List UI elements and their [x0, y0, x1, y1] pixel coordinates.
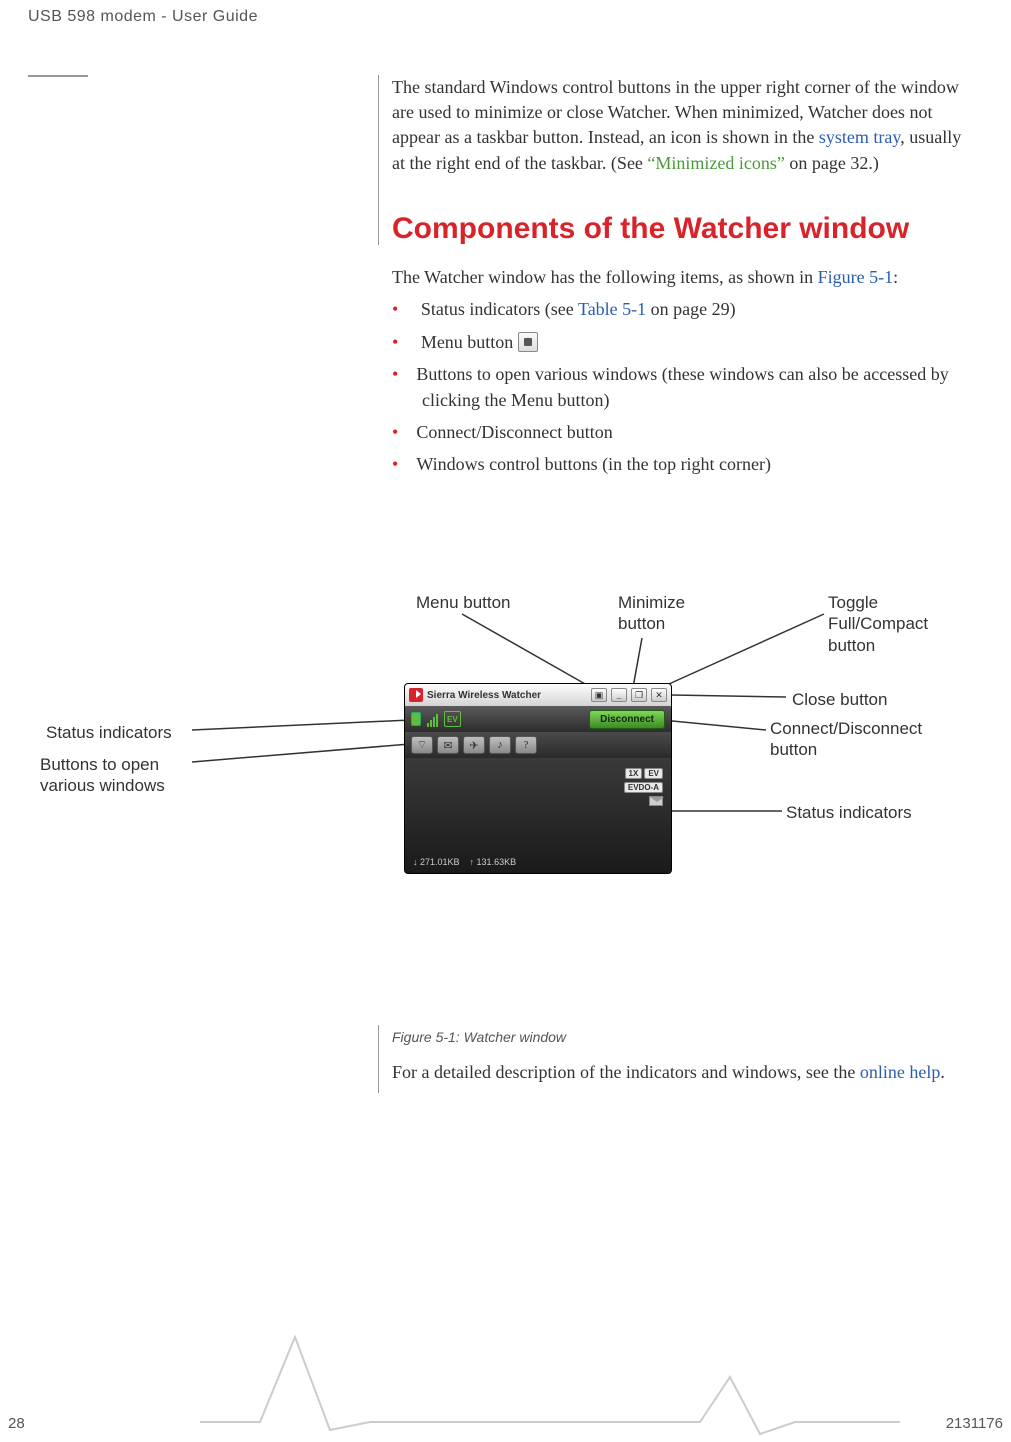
page-footer: 28 2131176: [0, 1415, 1011, 1432]
closing-paragraph: For a detailed description of the indica…: [392, 1060, 972, 1091]
badge-ev: EV: [644, 768, 663, 779]
signal-bars-icon: [427, 711, 438, 727]
disconnect-button[interactable]: Disconnect: [589, 710, 665, 729]
figure-caption: Figure 5-1: Watcher window: [392, 1029, 566, 1045]
watcher-toggle-compact-button[interactable]: ❐: [631, 688, 647, 702]
bullet-1-text: Menu button: [421, 332, 518, 352]
intro-text-c: on page 32.): [785, 153, 879, 173]
figure-ref-link[interactable]: Figure 5-1: [818, 267, 894, 287]
status-indicator-row: EV Disconnect: [405, 706, 671, 732]
callout-close-button: Close button: [792, 689, 887, 710]
watcher-titlebar: Sierra Wireless Watcher ▣ _ ❐ ✕: [405, 684, 671, 706]
transfer-stats: ↓ 271.01KB ↑ 131.63KB: [413, 857, 516, 867]
margin-rule-bottom: [378, 1025, 379, 1093]
network-status-indicators: 1X EV EVDO-A: [624, 768, 663, 806]
intro-paragraph: The standard Windows control buttons in …: [392, 75, 972, 176]
bullet-status-indicators: Status indicators (see Table 5-1 on page…: [392, 296, 972, 322]
wifi-tool-button[interactable]: ⌔: [411, 736, 433, 754]
margin-rule-top: [378, 75, 379, 245]
music-tool-button[interactable]: ♪: [489, 736, 511, 754]
lead-b: :: [893, 267, 898, 287]
header-rule: [28, 75, 88, 77]
bullet-menu-button: Menu button: [392, 329, 972, 355]
sms-tool-button[interactable]: ✉: [437, 736, 459, 754]
minimized-icons-link[interactable]: “Minimized icons”: [647, 153, 784, 173]
menu-button-icon: [518, 332, 538, 352]
section-heading: Components of the Watcher window: [392, 210, 972, 248]
callout-status-right: Status indicators: [786, 802, 912, 823]
badge-1x: 1X: [625, 768, 643, 779]
lead-a: The Watcher window has the following ite…: [392, 267, 818, 287]
online-help-link[interactable]: online help: [860, 1062, 940, 1082]
document-id: 2131176: [946, 1415, 1003, 1432]
callout-minimize-button: Minimize button: [618, 592, 708, 635]
table-ref-link[interactable]: Table 5-1: [578, 299, 646, 319]
bullet-0b: on page 29): [646, 299, 735, 319]
upload-stat: ↑ 131.63KB: [470, 857, 517, 867]
callout-connect-button: Connect/Disconnect button: [770, 718, 890, 761]
lead-paragraph: The Watcher window has the following ite…: [392, 265, 972, 290]
page-number: 28: [8, 1415, 25, 1432]
callout-toggle-button: Toggle Full/Compact button: [828, 592, 968, 656]
running-header: USB 598 modem - User Guide: [28, 8, 258, 26]
callout-menu-button: Menu button: [416, 592, 511, 613]
closing-b: .: [940, 1062, 945, 1082]
badge-evdo-a: EVDO-A: [624, 782, 663, 793]
bullet-0a: Status indicators (see: [421, 299, 578, 319]
bullet-list: Status indicators (see Table 5-1 on page…: [392, 296, 972, 477]
watcher-menu-button[interactable]: ▣: [591, 688, 607, 702]
watcher-title: Sierra Wireless Watcher: [427, 690, 587, 701]
system-tray-link[interactable]: system tray: [819, 127, 900, 147]
ev-indicator: EV: [444, 711, 461, 727]
watcher-minimize-button[interactable]: _: [611, 688, 627, 702]
gps-tool-button[interactable]: ✈: [463, 736, 485, 754]
callout-status-left: Status indicators: [46, 722, 172, 743]
sierra-logo-icon: [409, 688, 423, 702]
figure-5-1: Menu button Minimize button Toggle Full/…: [0, 592, 1011, 1032]
bullet-open-windows: Buttons to open various windows (these w…: [392, 361, 972, 413]
envelope-icon: [649, 796, 663, 806]
closing-a: For a detailed description of the indica…: [392, 1062, 860, 1082]
bullet-win-controls: Windows control buttons (in the top righ…: [392, 451, 972, 477]
help-tool-button[interactable]: ?: [515, 736, 537, 754]
callout-buttons-left: Buttons to open various windows: [40, 754, 190, 797]
watcher-close-button[interactable]: ✕: [651, 688, 667, 702]
toolbar-row: ⌔ ✉ ✈ ♪ ?: [405, 732, 671, 758]
battery-indicator-icon: [411, 711, 421, 727]
watcher-content-area: 1X EV EVDO-A ↓ 271.01KB ↑ 131.63KB: [405, 758, 671, 873]
bullet-connect: Connect/Disconnect button: [392, 419, 972, 445]
watcher-window: Sierra Wireless Watcher ▣ _ ❐ ✕ EV Disco…: [404, 683, 672, 874]
download-stat: ↓ 271.01KB: [413, 857, 460, 867]
main-content: The standard Windows control buttons in …: [392, 75, 972, 483]
